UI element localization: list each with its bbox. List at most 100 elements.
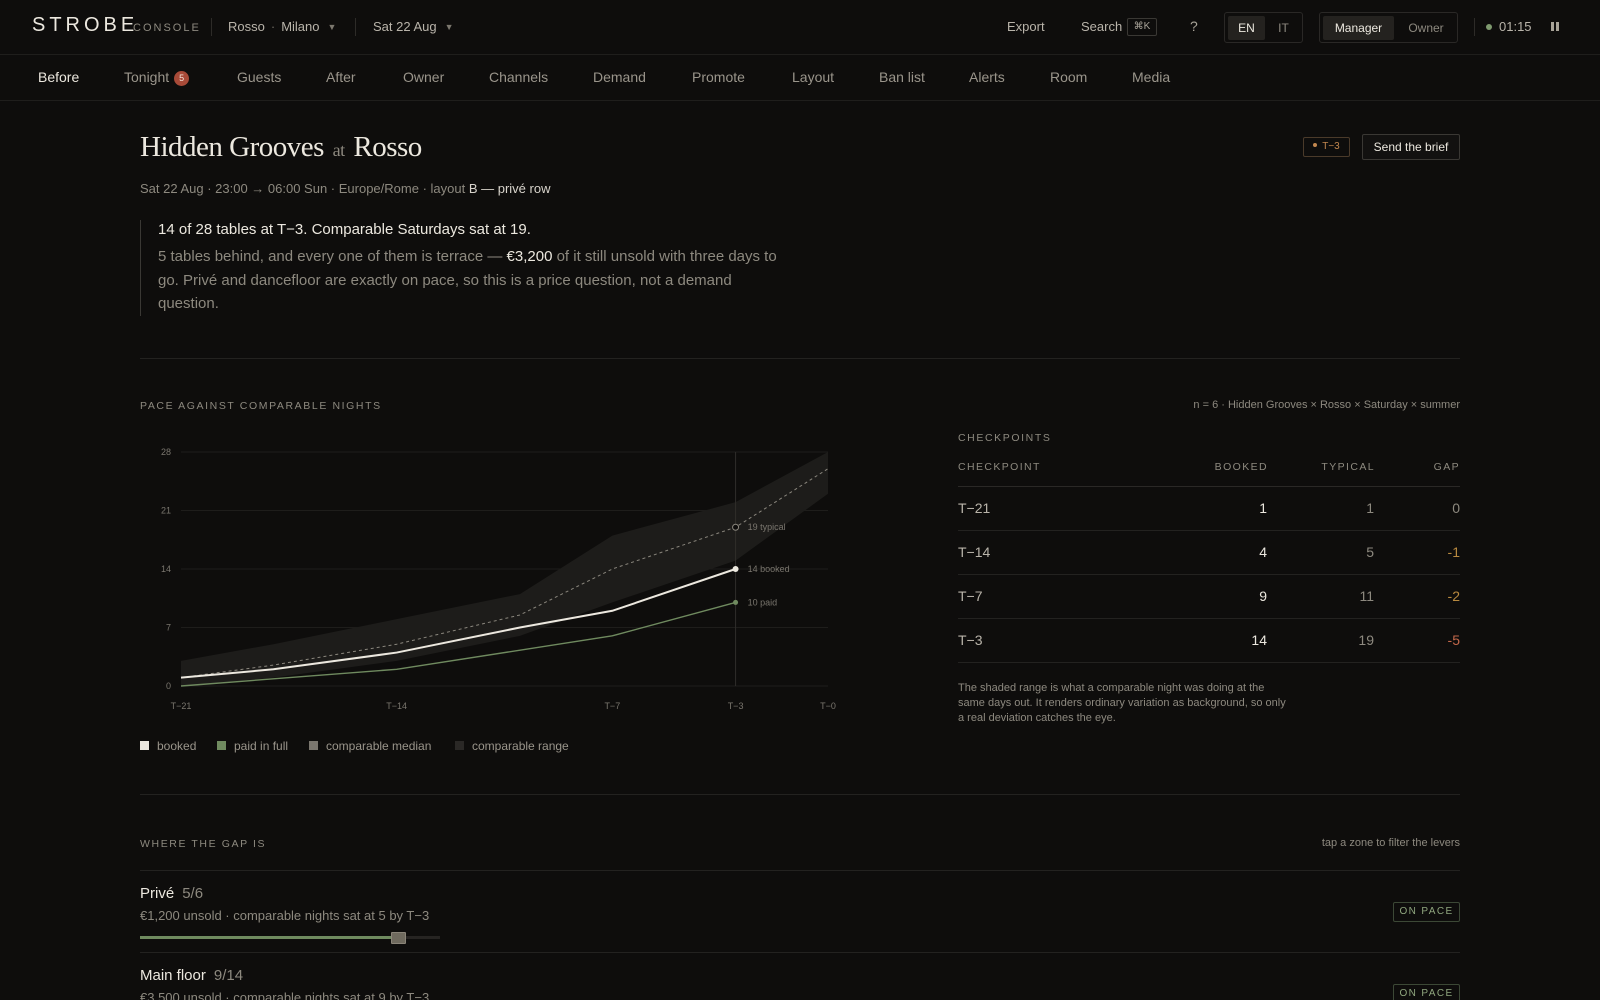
tab-before[interactable]: Before	[38, 69, 79, 85]
y-tick-label: 0	[166, 681, 171, 691]
cell-typical: 5	[1366, 544, 1374, 560]
data-label: 14 booked	[748, 564, 790, 574]
tab-promote[interactable]: Promote	[692, 69, 745, 85]
cell-checkpoint: T−7	[958, 588, 983, 604]
tab-layout[interactable]: Layout	[792, 69, 834, 85]
legend-item-booked[interactable]: booked	[140, 739, 196, 753]
tab-alerts[interactable]: Alerts	[969, 69, 1005, 85]
data-label: 10 paid	[748, 597, 778, 607]
cell-typical: 19	[1358, 632, 1374, 648]
cell-typical: 11	[1359, 588, 1374, 604]
summary-brief: 14 of 28 tables at T−3. Comparable Satur…	[140, 220, 780, 316]
pace-section-title: PACE AGAINST COMPARABLE NIGHTS	[140, 400, 382, 412]
tab-room[interactable]: Room	[1050, 69, 1087, 85]
legend-swatch	[140, 741, 149, 750]
divider	[140, 358, 1460, 359]
zone-title: Main floor 9/14	[140, 967, 243, 984]
table-row: T−14 4 5 -1	[958, 531, 1460, 575]
language-option-it[interactable]: IT	[1266, 16, 1301, 40]
column-header: GAP	[1433, 461, 1460, 473]
legend-swatch	[455, 741, 464, 750]
zone-progress-handle[interactable]	[391, 932, 406, 944]
x-tick-label: T−0	[820, 701, 836, 711]
event-details: Sat 22 Aug · 23:00 → 06:00 Sun · Europe/…	[140, 181, 550, 196]
column-header: BOOKED	[1214, 461, 1268, 473]
top-bar: STROBE CONSOLE Rosso · Milano ▼ Sat 22 Aug ▼…	[0, 0, 1600, 55]
countdown-badge: T−3	[1303, 137, 1350, 157]
zone-count: 9/14	[213, 967, 244, 984]
table-row: T−21 1 1 0	[958, 487, 1460, 531]
event-layout: B — privé row	[468, 181, 551, 196]
divider	[140, 870, 1460, 871]
y-tick-label: 14	[161, 564, 171, 574]
tab-tonight[interactable]: Tonight 5	[124, 69, 190, 87]
x-tick-label: T−7	[604, 701, 620, 711]
help-icon[interactable]: ?	[1190, 18, 1198, 34]
legend-label: paid in full	[234, 739, 289, 753]
venue-selector[interactable]: Rosso · Milano ▼	[228, 19, 336, 34]
cell-booked: 14	[1251, 632, 1267, 648]
brief-body: 5 tables behind, and every one of them i…	[158, 245, 780, 316]
send-brief-button[interactable]: Send the brief	[1362, 134, 1460, 160]
booked-point	[732, 566, 739, 572]
brief-text-1: 5 tables behind, and every one of them i…	[158, 248, 507, 265]
chevron-down-icon: ▼	[327, 22, 337, 32]
export-button[interactable]: Export	[1007, 19, 1045, 34]
search-shortcut: ⌘K	[1127, 18, 1157, 36]
tab-media[interactable]: Media	[1132, 69, 1170, 85]
gap-section-hint: tap a zone to filter the levers	[1321, 837, 1460, 849]
table-header: CHECKPOINT BOOKED TYPICAL GAP	[958, 460, 1460, 487]
clock-readout: 01:15	[1499, 19, 1532, 34]
divider	[355, 18, 356, 36]
brief-headline: 14 of 28 tables at T−3. Comparable Satur…	[158, 221, 531, 238]
median-point	[732, 523, 740, 531]
tab-channels[interactable]: Channels	[489, 69, 548, 85]
live-status-dot	[1486, 24, 1492, 30]
role-option-owner[interactable]: Owner	[1396, 16, 1456, 40]
legend-label: comparable range	[472, 739, 569, 753]
legend-swatch	[309, 741, 318, 750]
cell-checkpoint: T−3	[958, 632, 983, 648]
date-selector[interactable]: Sat 22 Aug ▼	[373, 19, 454, 34]
paid-point	[733, 599, 739, 605]
tab-guests[interactable]: Guests	[237, 69, 281, 85]
tab-ban-list[interactable]: Ban list	[879, 69, 925, 85]
gap-section-title: WHERE THE GAP IS	[140, 838, 267, 850]
divider	[140, 794, 1460, 795]
x-tick-label: T−21	[171, 701, 192, 711]
brand-subtitle: CONSOLE	[133, 22, 201, 34]
tab-tonight-label: Tonight	[124, 69, 170, 85]
legend-item-median[interactable]: comparable median	[309, 739, 431, 753]
legend-item-paid[interactable]: paid in full	[217, 739, 288, 753]
status-badge: ON PACE	[1393, 984, 1460, 1000]
legend-swatch	[217, 741, 226, 750]
role-option-manager[interactable]: Manager	[1323, 16, 1394, 40]
event-schedule: Sat 22 Aug · 23:00 → 06:00 Sun · Europe/…	[140, 181, 466, 196]
countdown-label: T−3	[1322, 141, 1340, 152]
tab-demand[interactable]: Demand	[593, 69, 646, 85]
venue-name: Rosso	[228, 19, 265, 34]
legend-item-range[interactable]: comparable range	[455, 739, 569, 753]
legend-label: comparable median	[326, 739, 432, 753]
table-row: T−3 14 19 -5	[958, 619, 1460, 663]
zone-name: Privé	[140, 885, 175, 902]
tab-owner[interactable]: Owner	[403, 69, 444, 85]
chevron-down-icon: ▼	[444, 22, 454, 32]
brand-logo[interactable]: STROBE	[32, 14, 138, 37]
search-button[interactable]: Search	[1081, 19, 1122, 34]
pause-icon[interactable]	[1551, 22, 1559, 31]
cell-typical: 1	[1366, 500, 1374, 516]
zone-progress-fill	[140, 936, 398, 939]
page-title: Hidden Grooves at Rosso	[140, 131, 422, 164]
tab-after[interactable]: After	[326, 69, 356, 85]
zone-name: Main floor	[140, 967, 206, 984]
tonight-count-badge: 5	[174, 71, 190, 86]
cell-gap: -5	[1447, 632, 1460, 648]
language-toggle: EN IT	[1224, 12, 1303, 43]
language-option-en[interactable]: EN	[1228, 16, 1265, 40]
brief-amount: €3,200	[506, 248, 553, 265]
table-row: T−7 9 11 -2	[958, 575, 1460, 619]
title-connector: at	[332, 140, 346, 160]
zone-count: 5/6	[182, 885, 204, 902]
divider	[1474, 18, 1475, 36]
